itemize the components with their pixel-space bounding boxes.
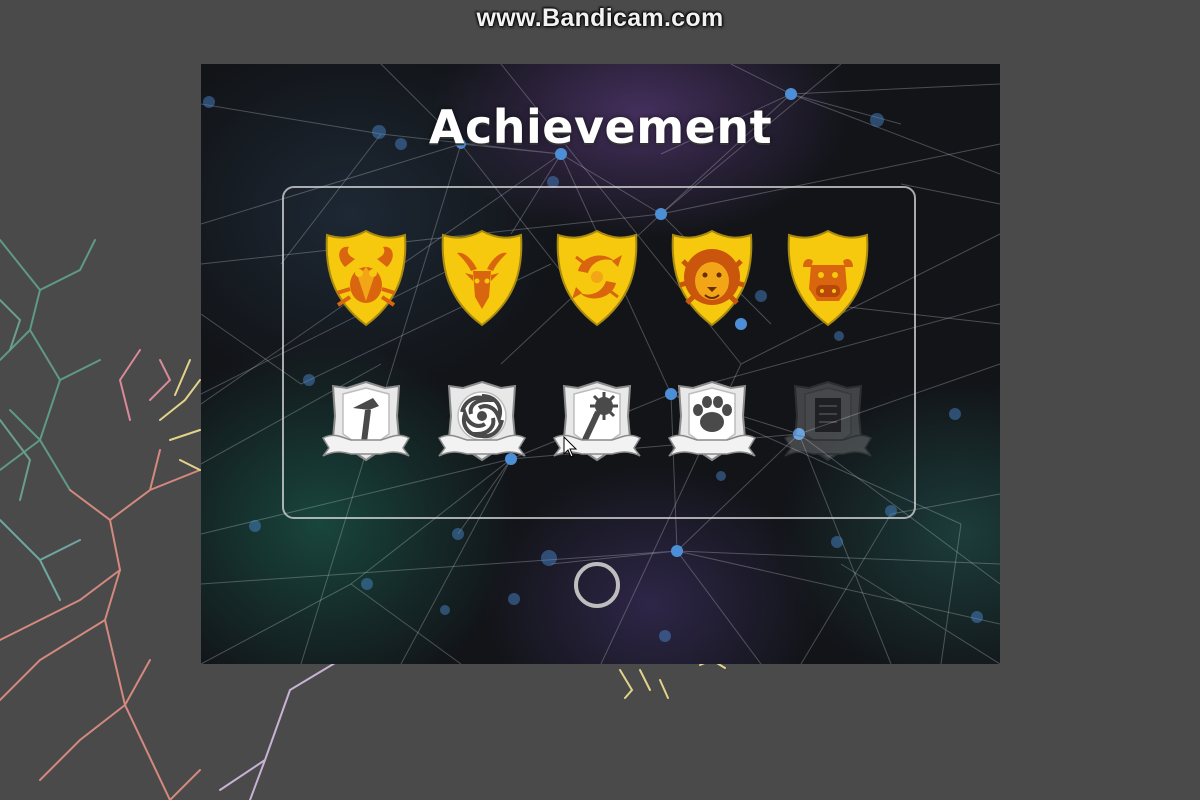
lion-badge[interactable]: [667, 227, 757, 327]
fish-swirl-icon: [556, 229, 638, 327]
mouse-cursor-icon: [563, 436, 578, 458]
bull-icon: [787, 229, 869, 327]
screen-title: Achievement: [428, 100, 773, 154]
vortex-icon: [437, 380, 527, 462]
home-circle-button[interactable]: [574, 562, 620, 608]
mace-badge[interactable]: [552, 376, 642, 476]
goat-badge[interactable]: [437, 227, 527, 327]
paw-badge[interactable]: [667, 376, 757, 476]
vortex-badge[interactable]: [437, 376, 527, 476]
scroll-icon: [783, 380, 873, 462]
bull-badge[interactable]: [783, 227, 873, 327]
hammer-badge[interactable]: [321, 376, 411, 476]
fish-badge[interactable]: [552, 227, 642, 327]
lion-icon: [671, 229, 753, 327]
paw-icon: [667, 380, 757, 462]
scroll-badge-locked[interactable]: [783, 376, 873, 476]
hammer-icon: [321, 380, 411, 462]
crab-icon: [325, 229, 407, 327]
goat-icon: [441, 229, 523, 327]
game-window: Achievement: [201, 64, 1000, 664]
crab-badge[interactable]: [321, 227, 411, 327]
mace-icon: [552, 380, 642, 462]
